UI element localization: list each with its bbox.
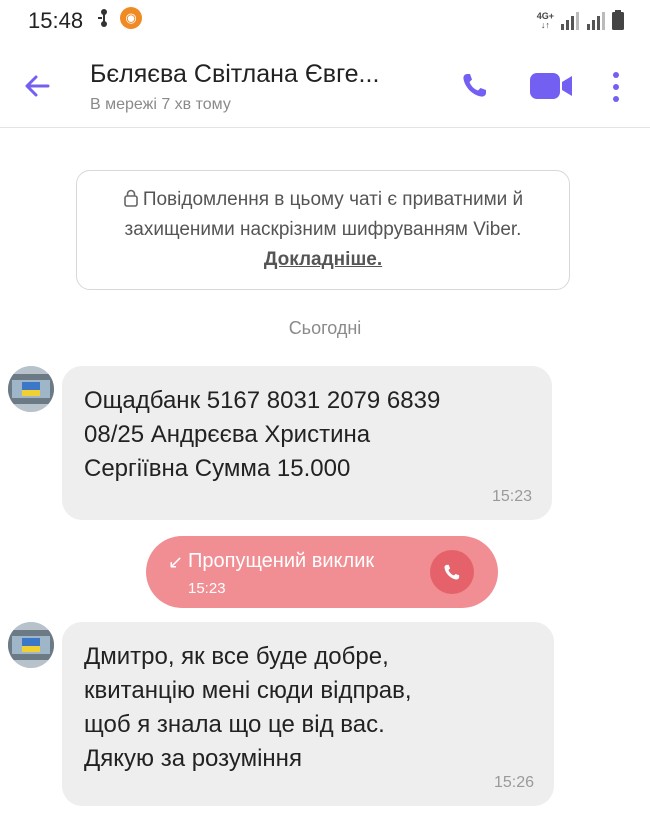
encryption-notice: Повідомлення в цьому чаті є приватними й… [76,170,570,290]
missed-call-bubble[interactable]: ↙ Пропущений виклик 15:23 [146,536,498,608]
message-bubble[interactable]: Ощадбанк 5167 8031 2079 6839 08/25 Андрє… [62,366,552,520]
app-notification-icon: ◉ [120,7,142,29]
missed-call-time: 15:23 [188,580,226,597]
signal-icon [561,12,579,30]
message-time: 15:26 [493,774,534,791]
missed-call-label: Пропущений виклик [188,550,375,572]
message-time: 15:23 [491,488,532,505]
message-bubble[interactable]: Дмитро, як все буде добре, квитанцію мен… [62,622,554,806]
call-back-button[interactable] [430,550,474,594]
encryption-text: Повідомлення в цьому чаті є приватними й… [124,189,524,240]
status-notification-icons: ◉ [96,7,142,29]
contact-name[interactable]: Бєляєва Світлана Євге... [90,60,379,89]
back-arrow-icon[interactable] [18,66,58,106]
avatar[interactable] [8,366,54,412]
chat-header: Бєляєва Світлана Євге... В мережі 7 хв т… [0,40,650,128]
learn-more-link[interactable]: Докладніше. [264,249,382,270]
date-separator: Сьогодні [288,318,362,338]
status-signal-area: 4G+ ↓↑ [537,10,624,30]
signal-icon-2 [587,12,605,30]
message-text: Дмитро, як все буде добре, квитанцію мен… [84,643,412,772]
avatar[interactable] [8,622,54,668]
phone-icon [444,564,460,580]
viber-chat-screen: 15:48 ◉ 4G+ ↓↑ Бєляєва Світлана Євге... … [0,0,650,825]
battery-icon [612,10,624,30]
status-bar: 15:48 ◉ 4G+ ↓↑ [0,0,650,40]
message-text: Ощадбанк 5167 8031 2079 6839 08/25 Андрє… [84,387,441,482]
phone-icon[interactable] [458,68,492,102]
video-icon[interactable] [528,70,576,102]
more-vert-icon[interactable] [606,70,626,104]
lock-icon [124,189,138,207]
contact-status: В мережі 7 хв тому [90,96,231,113]
missed-call-arrow-icon: ↙ [168,552,184,572]
network-type: 4G+ ↓↑ [536,11,554,30]
usb-icon [98,9,107,27]
status-time: 15:48 [28,8,84,33]
